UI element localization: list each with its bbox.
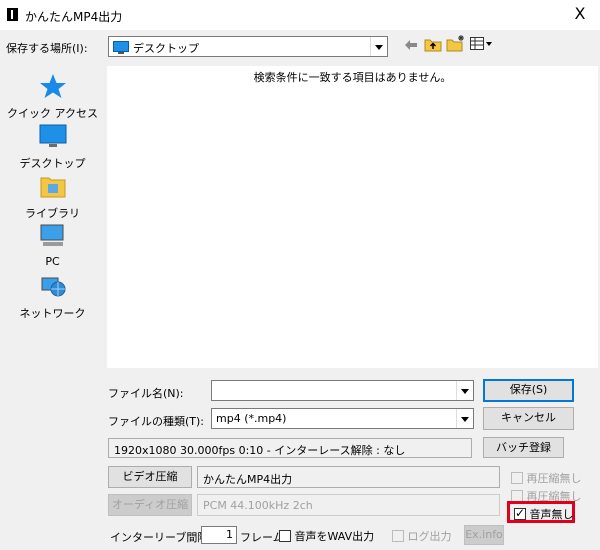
- place-pc[interactable]: PC: [0, 222, 105, 268]
- checkbox-box[interactable]: [392, 530, 404, 542]
- place-label: デスクトップ: [19, 157, 86, 170]
- location-dropdown[interactable]: デスクトップ: [108, 36, 388, 57]
- checkbox-label: ログ出力: [407, 530, 452, 543]
- location-value: デスクトップ: [133, 42, 199, 55]
- log-output-checkbox[interactable]: ログ出力: [392, 528, 452, 544]
- audio-codec-value: PCM 44.100kHz 2ch: [203, 499, 313, 512]
- recompress-none-checkbox-1[interactable]: 再圧縮無し: [511, 470, 582, 486]
- close-icon[interactable]: X: [568, 3, 592, 25]
- interleave-label: インターリーブ間隔 :: [110, 531, 216, 544]
- batch-register-button[interactable]: バッチ登録: [483, 437, 564, 458]
- interleave-unit: フレーム: [240, 531, 284, 544]
- view-menu-icon[interactable]: [470, 37, 494, 51]
- app-icon: [7, 8, 18, 21]
- desktop-small-icon: [113, 41, 129, 54]
- window-title: かんたんMP4出力: [25, 10, 123, 24]
- star-icon: [39, 74, 66, 98]
- audio-wav-checkbox[interactable]: 音声をWAV出力: [279, 528, 374, 544]
- network-icon: [41, 277, 65, 297]
- pc-icon: [40, 224, 63, 246]
- checkbox-box[interactable]: [514, 506, 526, 520]
- empty-message: 検索条件に一致する項目はありません。: [253, 71, 452, 84]
- video-codec-field: かんたんMP4出力: [197, 466, 500, 488]
- place-label: クイック アクセス: [7, 107, 98, 120]
- library-icon: [40, 177, 65, 198]
- chevron-down-icon[interactable]: [456, 409, 473, 428]
- filetype-label: ファイルの種類(T):: [108, 415, 205, 428]
- places-bar: クイック アクセス デスクトップ ライブラリ PC ネットワーク: [0, 66, 105, 366]
- checkbox-box[interactable]: [279, 530, 291, 542]
- checkbox-label: 音声をWAV出力: [294, 530, 375, 543]
- cancel-button[interactable]: キャンセル: [483, 407, 574, 430]
- filename-label: ファイル名(N):: [108, 387, 184, 400]
- interleave-input[interactable]: 1: [201, 526, 237, 544]
- chevron-down-icon[interactable]: [456, 381, 473, 400]
- checkbox-label: 再圧縮無し: [526, 472, 582, 485]
- video-compress-button[interactable]: ビデオ圧縮: [108, 466, 192, 488]
- filename-input[interactable]: [211, 380, 474, 401]
- place-label: ネットワーク: [19, 307, 86, 320]
- no-audio-checkbox[interactable]: 音声無し: [514, 506, 574, 522]
- place-network[interactable]: ネットワーク: [0, 272, 105, 321]
- location-label: 保存する場所(I):: [6, 42, 88, 55]
- video-info-field: 1920x1080 30.000fps 0:10 - インターレース解除 : な…: [108, 438, 472, 458]
- audio-codec-field: PCM 44.100kHz 2ch: [197, 494, 500, 516]
- place-desktop[interactable]: デスクトップ: [0, 122, 105, 171]
- title-bar: かんたんMP4出力 X: [0, 0, 600, 30]
- chevron-down-icon[interactable]: [370, 37, 387, 56]
- video-info-text: 1920x1080 30.000fps 0:10 - インターレース解除 : な…: [114, 444, 406, 457]
- up-folder-icon[interactable]: [424, 36, 442, 52]
- place-quick-access[interactable]: クイック アクセス: [0, 72, 105, 121]
- video-codec-value: かんたんMP4出力: [203, 473, 293, 486]
- place-library[interactable]: ライブラリ: [0, 172, 105, 221]
- file-list[interactable]: 検索条件に一致する項目はありません。: [107, 66, 598, 368]
- place-label: ライブラリ: [25, 207, 80, 220]
- save-button[interactable]: 保存(S): [483, 379, 574, 402]
- desktop-icon: [39, 124, 66, 147]
- highlight-frame: 音声無し: [507, 501, 575, 523]
- checkbox-label: 音声無し: [529, 508, 574, 521]
- filetype-select[interactable]: mp4 (*.mp4): [211, 408, 474, 429]
- exinfo-button[interactable]: Ex.info: [464, 525, 504, 545]
- filetype-value: mp4 (*.mp4): [216, 412, 287, 425]
- audio-compress-button[interactable]: オーディオ圧縮: [108, 494, 192, 516]
- place-label: PC: [45, 255, 60, 268]
- checkbox-box[interactable]: [511, 472, 523, 484]
- back-arrow-icon[interactable]: [404, 39, 418, 51]
- new-folder-icon[interactable]: [446, 34, 466, 52]
